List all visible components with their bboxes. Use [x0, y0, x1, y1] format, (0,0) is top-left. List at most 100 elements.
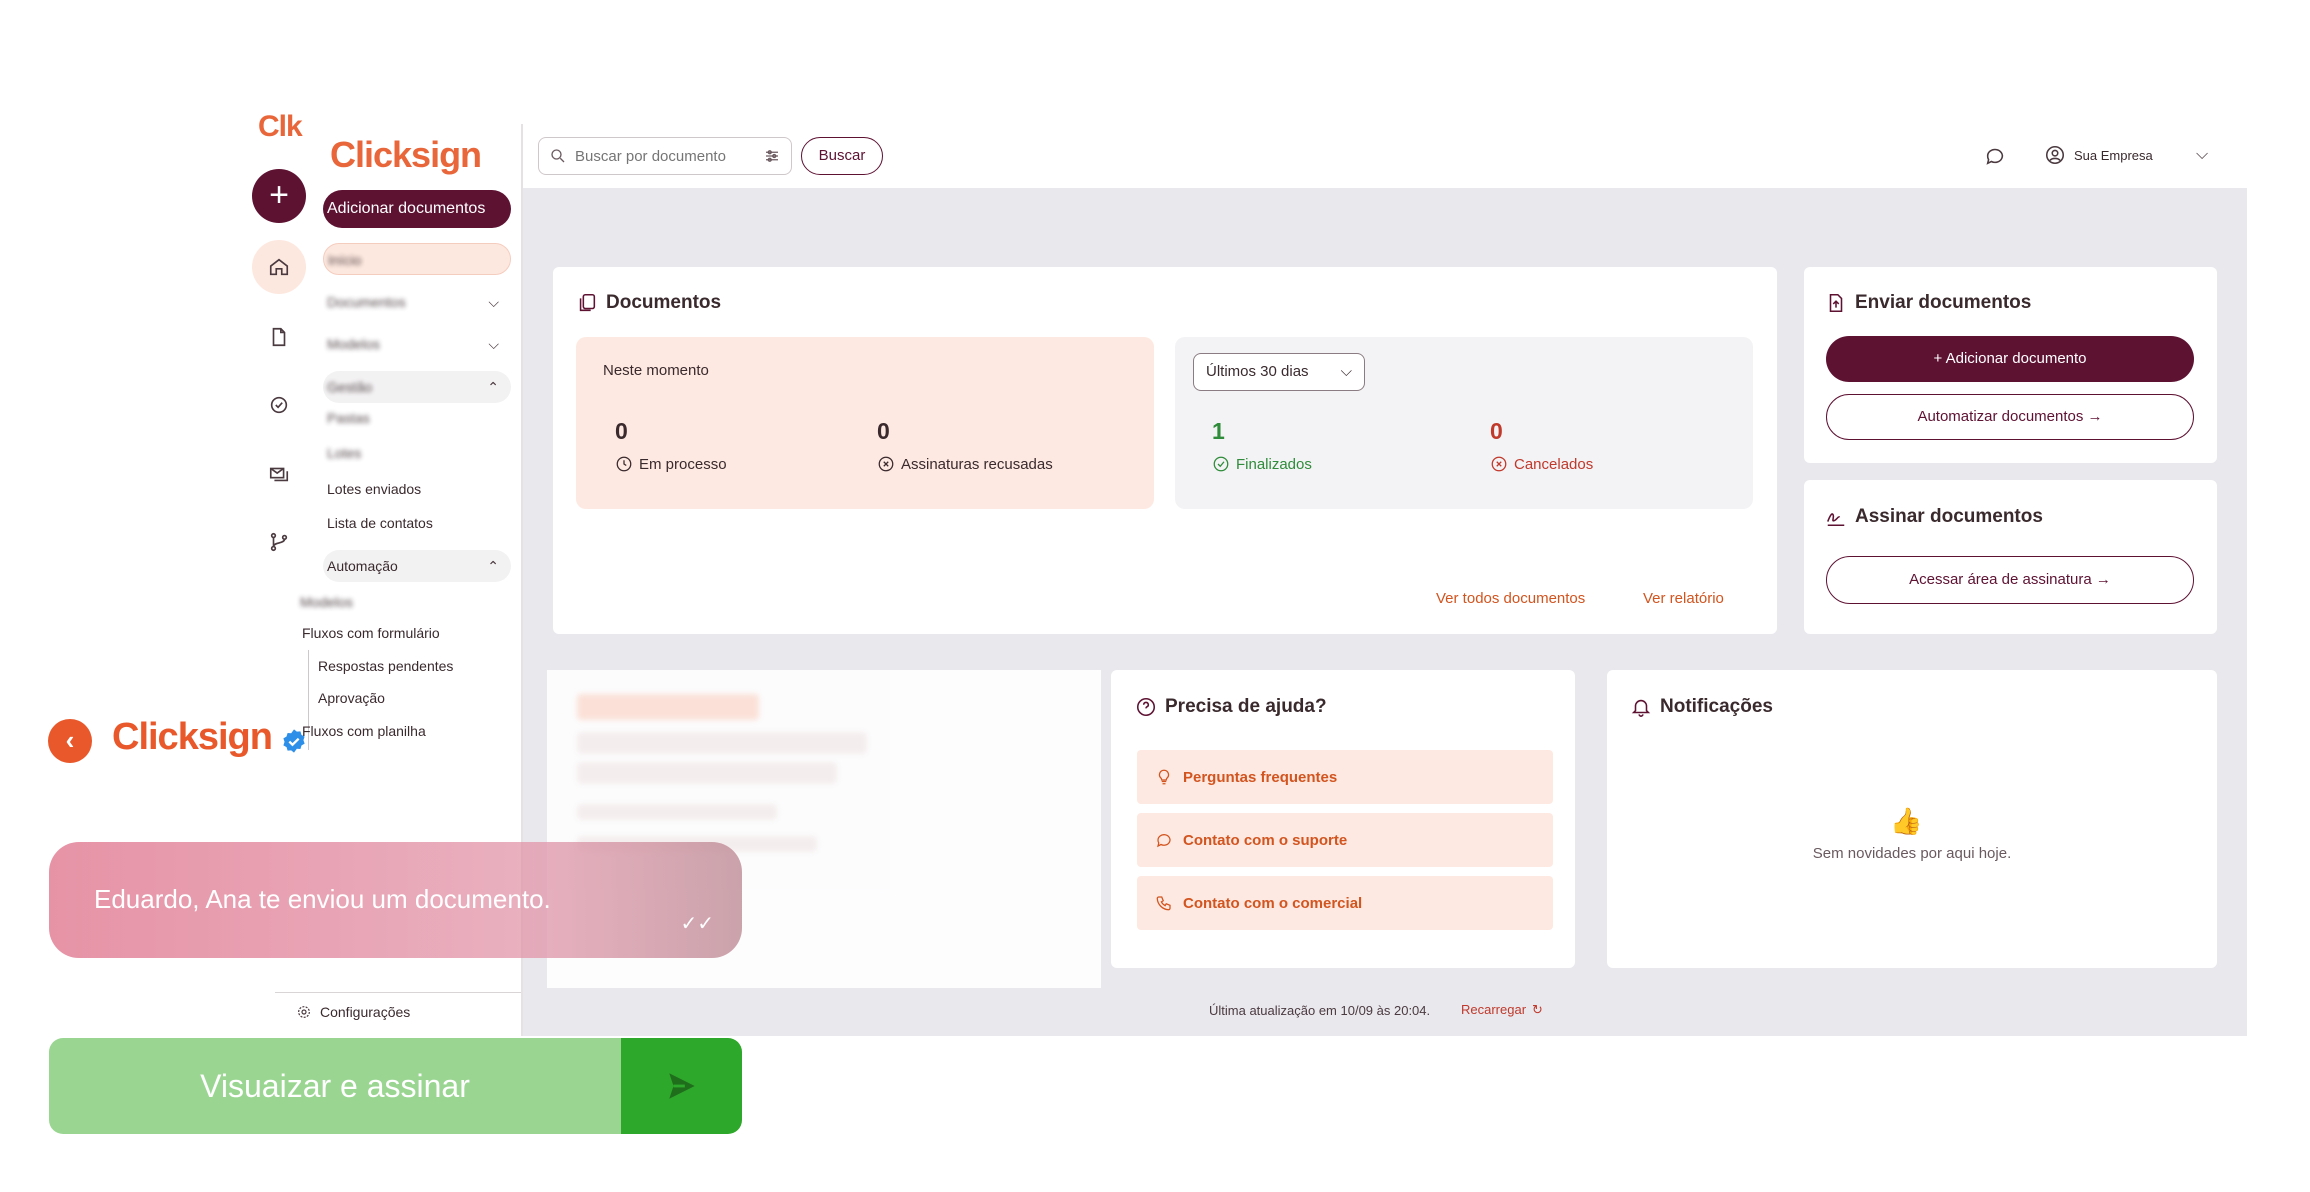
- nav-settings[interactable]: Configurações: [296, 1004, 410, 1020]
- chevron-up-icon: ⌃: [487, 379, 499, 395]
- account-menu[interactable]: Sua Empresa: [2044, 144, 2153, 166]
- cancelled-value: 0: [1490, 418, 1503, 444]
- automate-documents-button[interactable]: Automatizar documentos →: [1826, 394, 2194, 440]
- refused-value: 0: [877, 418, 890, 444]
- nav-item-documentos[interactable]: Documentos ⌵: [323, 286, 511, 318]
- access-label: Acessar área de assinatura: [1909, 571, 2092, 588]
- phone-icon: [1156, 896, 1171, 911]
- in-process-value: 0: [615, 418, 628, 444]
- rail-batch-button[interactable]: [252, 454, 306, 494]
- notifications-title: Notificações: [1630, 696, 1773, 718]
- nav-sub-label: Pastas: [327, 410, 370, 426]
- sales-contact-link[interactable]: Contato com o comercial: [1137, 876, 1553, 930]
- rail-automation-button[interactable]: [252, 522, 306, 562]
- documents-icon: [579, 293, 596, 312]
- signature-icon: [1827, 513, 1845, 527]
- support-contact-link[interactable]: Contato com o suporte: [1137, 813, 1553, 867]
- now-label: Neste momento: [603, 362, 709, 379]
- sales-label: Contato com o comercial: [1183, 894, 1363, 912]
- x-circle-icon: [1491, 456, 1507, 472]
- nav-item-automacao[interactable]: Automação ⌃: [323, 550, 511, 582]
- finished-link[interactable]: Finalizados: [1212, 455, 1312, 473]
- nav-item-label: Automação: [327, 558, 398, 574]
- send-button[interactable]: [621, 1038, 742, 1134]
- filter-icon[interactable]: [763, 147, 781, 165]
- chat-icon: [1986, 148, 2004, 165]
- home-icon: [269, 258, 289, 276]
- company-name: Sua Empresa: [2074, 147, 2153, 163]
- nav-sub-pastas[interactable]: Pastas: [323, 405, 511, 431]
- nav-item-label: Modelos: [327, 336, 380, 352]
- nav-sub-modelos[interactable]: Modelos: [300, 590, 488, 614]
- finished-label: Finalizados: [1236, 455, 1312, 473]
- faq-link[interactable]: Perguntas frequentes: [1137, 750, 1553, 804]
- period-select[interactable]: Últimos 30 dias ⌵: [1193, 353, 1365, 391]
- search-icon: [551, 149, 565, 163]
- nav-sub-aprovacao[interactable]: Aprovação: [318, 690, 385, 706]
- documents-title: Documentos: [576, 292, 721, 314]
- last-updated: Última atualização em 10/09 às 20:04.: [1209, 1003, 1431, 1018]
- refused-link[interactable]: Assinaturas recusadas: [877, 455, 1053, 473]
- nav-item-modelos[interactable]: Modelos ⌵: [323, 328, 511, 360]
- access-signing-area-button[interactable]: Acessar área de assinatura →: [1826, 556, 2194, 604]
- search-button[interactable]: Buscar: [801, 137, 883, 175]
- nav-sub-lotes[interactable]: Lotes: [323, 440, 511, 466]
- rail-documents-button[interactable]: [252, 317, 306, 357]
- nav-sub-label: Modelos: [300, 594, 353, 610]
- finished-value: 1: [1212, 418, 1225, 444]
- file-upload-icon: [1829, 293, 1843, 313]
- envelopes-icon: [269, 467, 289, 482]
- refresh-icon: ↻: [1532, 1002, 1543, 1017]
- rail-sign-button[interactable]: [252, 385, 306, 425]
- search-input[interactable]: [575, 147, 755, 165]
- double-check-icon: ✓✓: [680, 913, 714, 935]
- chat-button[interactable]: [1984, 145, 2008, 169]
- back-arrow-button[interactable]: ‹: [48, 719, 92, 763]
- nav-add-documents-button[interactable]: Adicionar documentos: [323, 190, 511, 228]
- bell-icon: [1631, 699, 1651, 717]
- arrow-right-icon: →: [2091, 571, 2111, 588]
- chevron-down-icon[interactable]: ⌵: [2196, 146, 2208, 164]
- nav-sub-fluxos-planilha[interactable]: Fluxos com planilha: [302, 723, 426, 739]
- add-document-button[interactable]: + Adicionar documento: [1826, 336, 2194, 382]
- chevron-up-icon: ⌃: [487, 558, 499, 574]
- see-report-link[interactable]: Ver relatório: [1643, 590, 1724, 607]
- chevron-down-icon: ⌵: [488, 336, 499, 352]
- see-all-documents-link[interactable]: Ver todos documentos: [1436, 590, 1585, 607]
- nav-sub-respostas-pendentes[interactable]: Respostas pendentes: [318, 658, 453, 674]
- nav-sub-fluxos-formulario[interactable]: Fluxos com formulário: [302, 625, 440, 641]
- user-icon: [2045, 145, 2065, 165]
- view-and-sign-button[interactable]: Visuaizar e assinar: [49, 1038, 621, 1134]
- message-text: Eduardo, Ana te enviou um documento.: [94, 884, 551, 914]
- rail-home-button[interactable]: [252, 240, 306, 294]
- faded-badge: [577, 694, 759, 720]
- sign-title-text: Assinar documentos: [1855, 506, 2043, 527]
- cancelled-label: Cancelados: [1514, 455, 1594, 473]
- rail-add-button[interactable]: +: [252, 169, 306, 223]
- check-circle-icon: [1213, 456, 1229, 472]
- nav-item-gestao[interactable]: Gestão ⌃: [323, 371, 511, 403]
- in-process-link[interactable]: Em processo: [615, 455, 727, 473]
- cancelled-link[interactable]: Cancelados: [1490, 455, 1593, 473]
- gear-icon: [298, 1006, 310, 1018]
- nav-logo: Clicksign: [330, 134, 482, 175]
- nav-item-inicio[interactable]: Início: [323, 243, 511, 275]
- search-box[interactable]: [538, 137, 792, 175]
- nav-item-label: Documentos: [327, 294, 406, 310]
- refused-label: Assinaturas recusadas: [901, 455, 1053, 473]
- faded-line: [577, 762, 837, 784]
- x-circle-icon: [878, 456, 894, 472]
- send-title-text: Enviar documentos: [1855, 292, 2032, 313]
- document-icon: [272, 327, 286, 347]
- faded-line: [577, 732, 867, 754]
- thumbs-up-icon: 👍: [1890, 806, 1923, 836]
- reload-link[interactable]: Recarregar ↻: [1461, 1002, 1543, 1018]
- nav-sub-contatos[interactable]: Lista de contatos: [323, 510, 511, 536]
- support-label: Contato com o suporte: [1183, 831, 1348, 849]
- nav-sub-lotes-enviados[interactable]: Lotes enviados: [323, 476, 511, 502]
- clock-icon: [616, 456, 632, 472]
- chevron-down-icon: ⌵: [488, 294, 499, 310]
- promo-brand: Clicksign: [112, 716, 273, 758]
- help-title-text: Precisa de ajuda?: [1165, 696, 1327, 717]
- sign-title: Assinar documentos: [1825, 506, 2043, 528]
